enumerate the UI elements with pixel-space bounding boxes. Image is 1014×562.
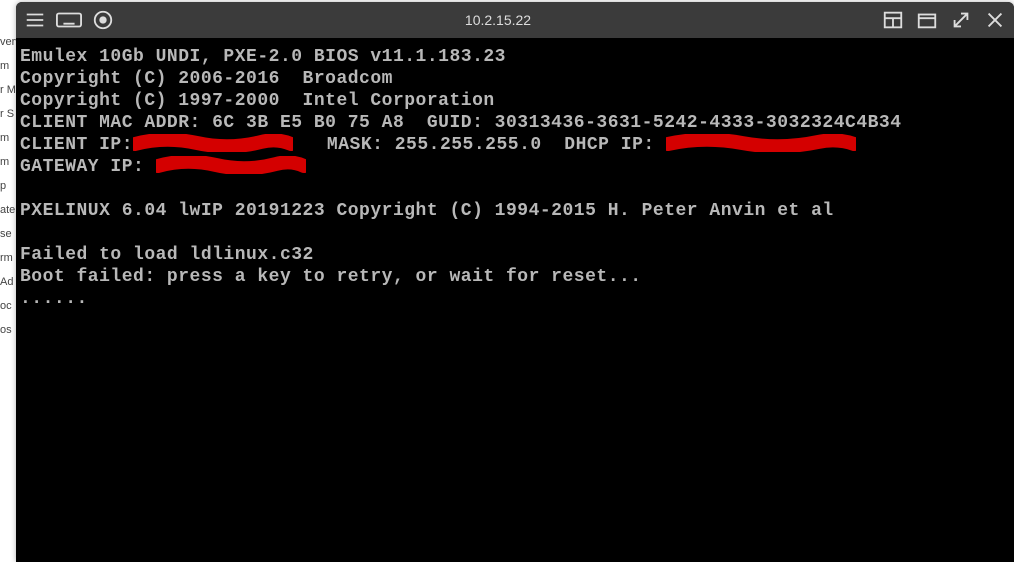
terminal-line: CLIENT MAC ADDR: 6C 3B E5 B0 75 A8 GUID:…	[20, 112, 1010, 134]
terminal-output: Emulex 10Gb UNDI, PXE-2.0 BIOS v11.1.183…	[16, 38, 1014, 318]
window-title: 10.2.15.22	[116, 12, 880, 28]
panel-layout-icon[interactable]	[880, 7, 906, 33]
titlebar: 10.2.15.22	[16, 2, 1014, 38]
terminal-line: Boot failed: press a key to retry, or wa…	[20, 266, 1010, 288]
menu-icon[interactable]	[22, 7, 48, 33]
terminal-line: Copyright (C) 2006-2016 Broadcom	[20, 68, 1010, 90]
terminal-line: CLIENT IP: MASK: 255.255.255.0 DHCP IP:	[20, 134, 1010, 156]
terminal-text-segment: MASK: 255.255.255.0 DHCP IP:	[293, 135, 666, 155]
fullscreen-icon[interactable]	[948, 7, 974, 33]
terminal-line: PXELINUX 6.04 lwIP 20191223 Copyright (C…	[20, 200, 1010, 222]
window-restore-icon[interactable]	[914, 7, 940, 33]
close-icon[interactable]	[982, 7, 1008, 33]
keyboard-icon[interactable]	[56, 7, 82, 33]
terminal-text-segment: CLIENT IP:	[20, 135, 133, 155]
terminal-line: Failed to load ldlinux.c32	[20, 244, 1010, 266]
terminal-line: ......	[20, 288, 1010, 310]
terminal-line: GATEWAY IP:	[20, 156, 1010, 178]
terminal-line: Emulex 10Gb UNDI, PXE-2.0 BIOS v11.1.183…	[20, 46, 1010, 68]
terminal-line	[20, 222, 1010, 244]
record-icon[interactable]	[90, 7, 116, 33]
redacted-value	[133, 134, 293, 150]
terminal-line	[20, 178, 1010, 200]
remote-console-window: 10.2.15.22 Emulex 10Gb UNDI, PXE-2.0 BIO…	[16, 2, 1014, 562]
redacted-value	[156, 156, 306, 172]
terminal-text-segment: GATEWAY IP:	[20, 157, 156, 177]
terminal-line: Copyright (C) 1997-2000 Intel Corporatio…	[20, 90, 1010, 112]
redacted-value	[666, 134, 856, 150]
